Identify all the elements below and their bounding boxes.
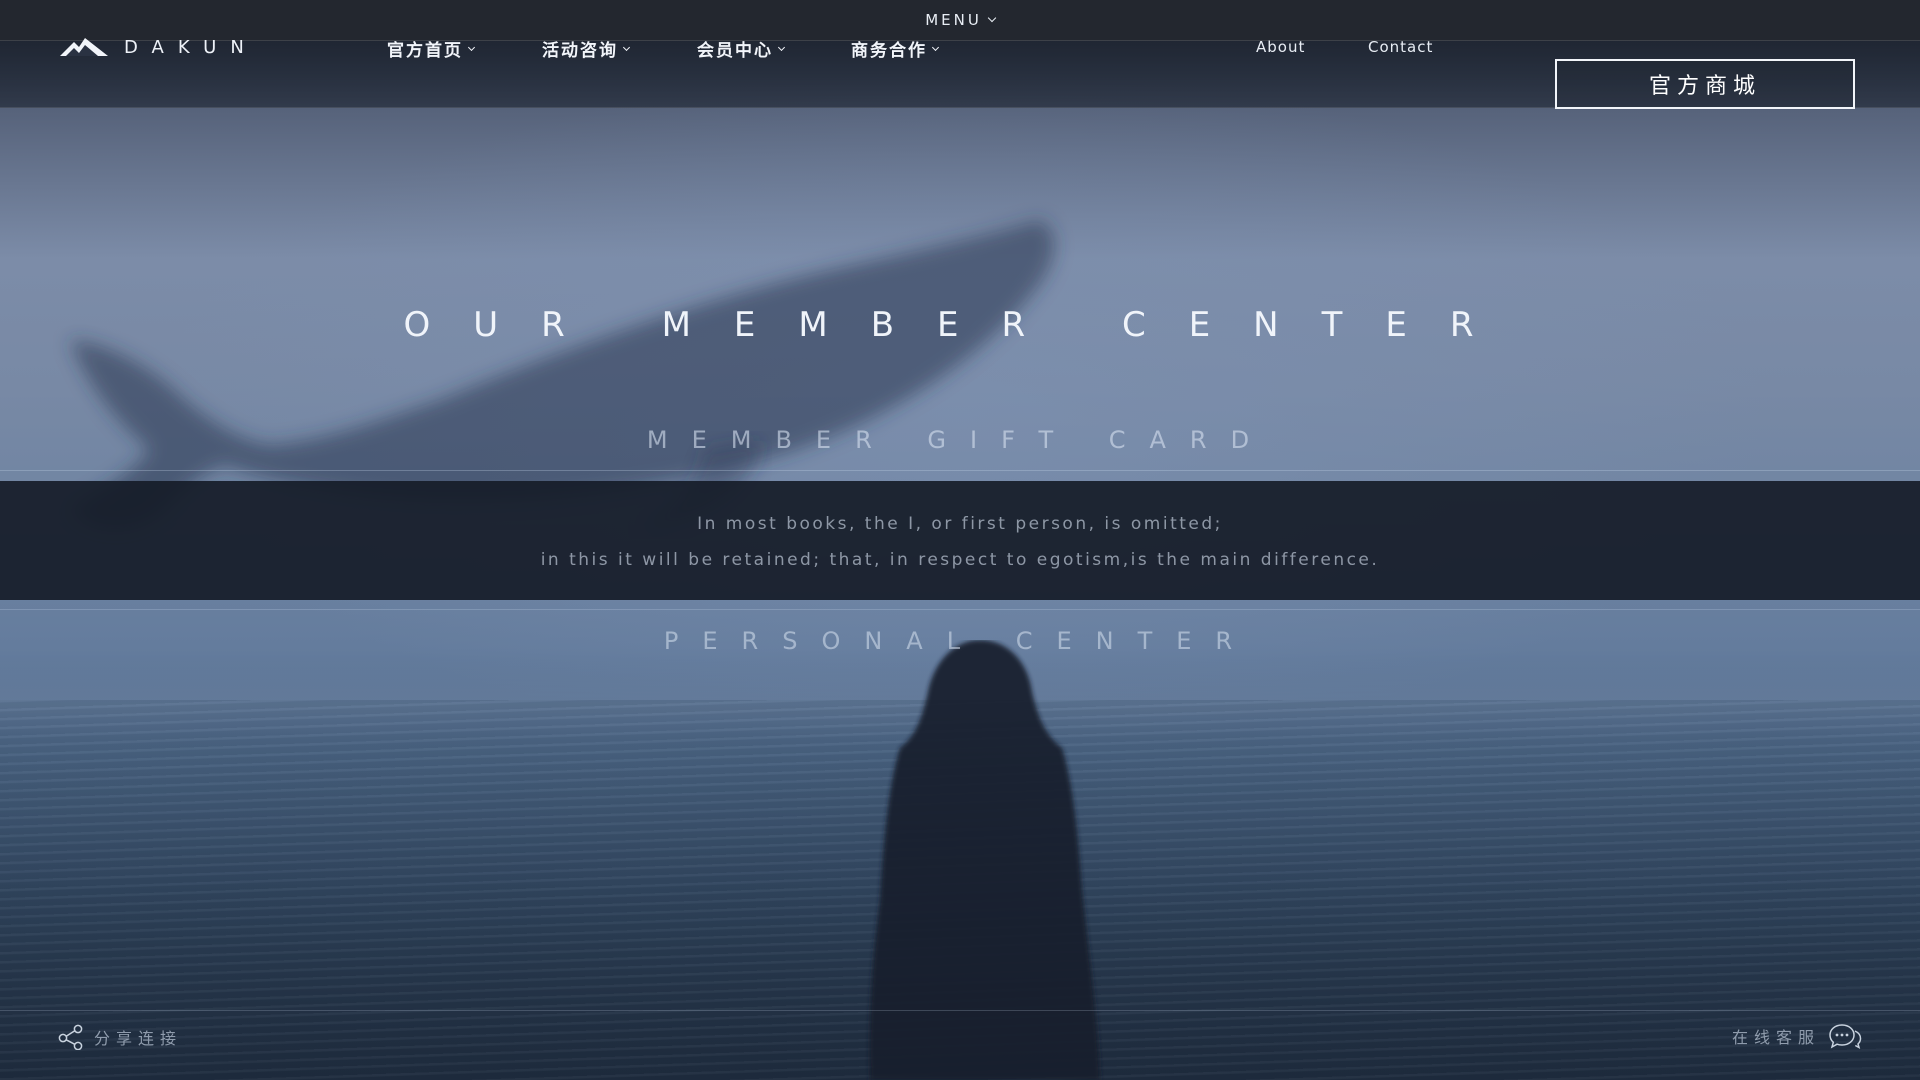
chevron-down-icon [931, 43, 940, 51]
page-title: OUR MEMBER CENTER [403, 305, 1517, 345]
chevron-down-icon [987, 13, 997, 23]
contact-link[interactable]: Contact [1368, 38, 1433, 56]
nav-item-label: 官方首页 [387, 41, 463, 61]
logo-text: DAKUN [124, 36, 258, 58]
logo[interactable]: DAKUN [60, 36, 258, 58]
nav-item-label: 活动咨询 [542, 41, 618, 61]
share-label: 分享连接 [94, 1029, 183, 1048]
divider [0, 609, 1920, 610]
nav-item-home[interactable]: 官方首页 [387, 36, 476, 61]
nav-item-member-center[interactable]: 会员中心 [697, 36, 786, 61]
chevron-down-icon [777, 43, 786, 51]
quote-line: in this it will be retained; that, in re… [540, 550, 1380, 570]
chevron-down-icon [467, 43, 476, 51]
personal-center-link[interactable]: PERSONAL CENTER [0, 627, 1920, 655]
service-label: 在线客服 [1731, 1028, 1820, 1047]
share-link[interactable]: 分享连接 [58, 1024, 182, 1050]
online-service-link[interactable]: 在线客服 [1732, 1022, 1862, 1050]
nav-item-events[interactable]: 活动咨询 [542, 36, 631, 61]
about-link[interactable]: About [1256, 38, 1305, 56]
menu-button[interactable]: MENU [925, 11, 997, 29]
mountain-icon [60, 38, 108, 56]
menu-bar: MENU [0, 0, 1920, 41]
hero-background: MENU DAKUN 官方首页 活动咨询 会员中心 商务合作 About Con… [0, 0, 1920, 1080]
divider [0, 470, 1920, 471]
share-icon [58, 1024, 83, 1050]
divider [0, 1010, 1920, 1011]
official-store-button[interactable]: 官方商城 [1555, 59, 1855, 109]
quote-line: In most books, the I, or first person, i… [697, 514, 1223, 534]
menu-label: MENU [925, 11, 982, 29]
member-gift-card-link[interactable]: MEMBER GIFT CARD [0, 426, 1920, 454]
person-silhouette [869, 640, 1100, 1080]
chevron-down-icon [622, 43, 631, 51]
nav-item-label: 商务合作 [851, 41, 927, 61]
nav-item-label: 会员中心 [697, 41, 773, 61]
quote-band: In most books, the I, or first person, i… [0, 481, 1920, 600]
nav-item-business[interactable]: 商务合作 [851, 36, 940, 61]
chat-bubble-icon [1829, 1024, 1862, 1050]
